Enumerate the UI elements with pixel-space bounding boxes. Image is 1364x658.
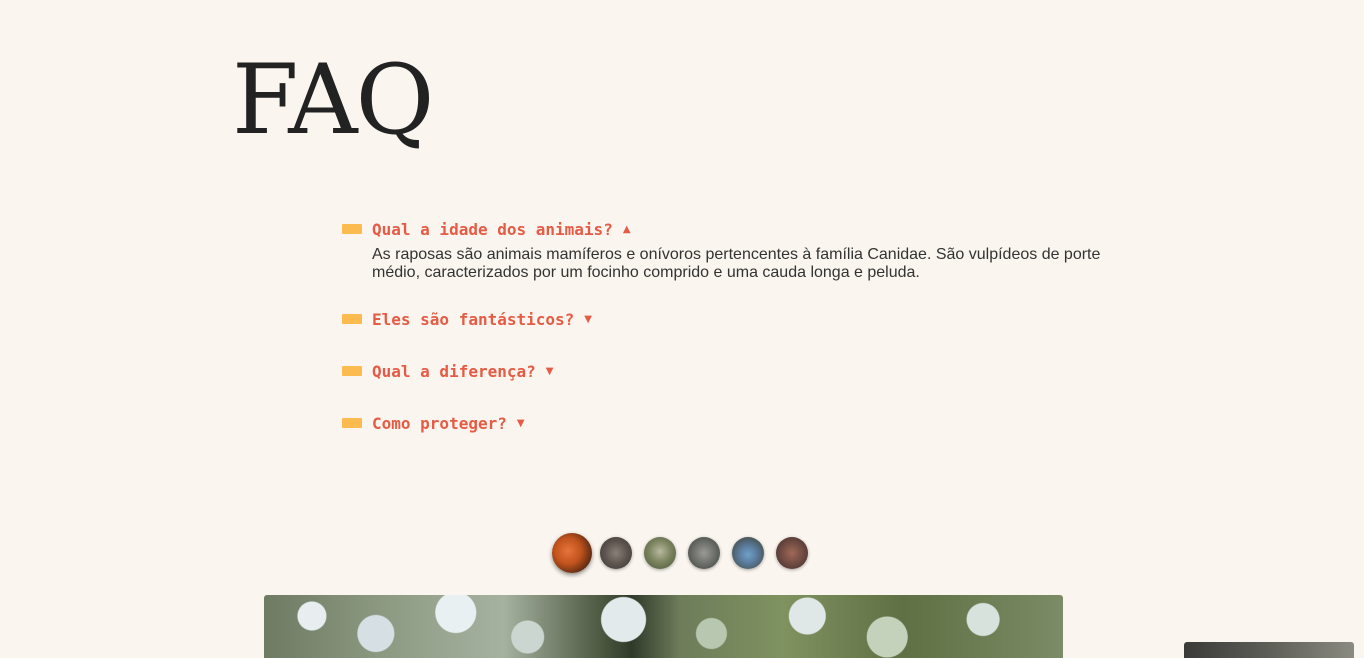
marker-bar-icon (342, 366, 362, 376)
thumbnail-monkey[interactable] (776, 537, 808, 569)
faq-question-toggle[interactable]: Eles são fantásticos? ▼ (342, 308, 1122, 330)
faq-question-toggle[interactable]: Qual a idade dos animais? ▲ (342, 218, 1122, 240)
caret-down-icon: ▼ (584, 313, 592, 325)
marker-bar-icon (342, 314, 362, 324)
faq-question-toggle[interactable]: Como proteger? ▼ (342, 412, 1122, 434)
faq-answer: As raposas são animais mamíferos e onívo… (372, 246, 1101, 281)
caret-down-icon: ▼ (545, 365, 554, 377)
thumbnail-raccoon[interactable] (600, 537, 632, 569)
gallery-main-photo (264, 595, 1063, 658)
faq-question-text: Como proteger? (372, 413, 507, 433)
thumbnail-fox[interactable] (552, 533, 592, 573)
marker-bar-icon (342, 224, 362, 234)
faq-list: Qual a idade dos animais? ▲ As raposas s… (342, 218, 1122, 464)
faq-question-text: Qual a diferença? (372, 361, 536, 381)
page-title: FAQ (232, 44, 434, 156)
thumbnail-wolf[interactable] (688, 537, 720, 569)
faq-question-text: Eles são fantásticos? (372, 309, 575, 329)
faq-item: Como proteger? ▼ (342, 412, 1122, 434)
marker-bar-icon (342, 418, 362, 428)
thumbnail-bear[interactable] (644, 537, 676, 569)
faq-question-text: Qual a idade dos animais? (372, 219, 613, 239)
caret-up-icon: ▲ (622, 223, 631, 235)
faq-item: Eles são fantásticos? ▼ (342, 308, 1122, 330)
faq-item: Qual a diferença? ▼ (342, 360, 1122, 382)
thumbnail-mandrill[interactable] (732, 537, 764, 569)
side-photo-card (1184, 642, 1354, 658)
faq-item: Qual a idade dos animais? ▲ As raposas s… (342, 218, 1122, 282)
gallery-thumbnails (552, 533, 820, 573)
caret-down-icon: ▼ (516, 417, 525, 429)
faq-question-toggle[interactable]: Qual a diferença? ▼ (342, 360, 1122, 382)
